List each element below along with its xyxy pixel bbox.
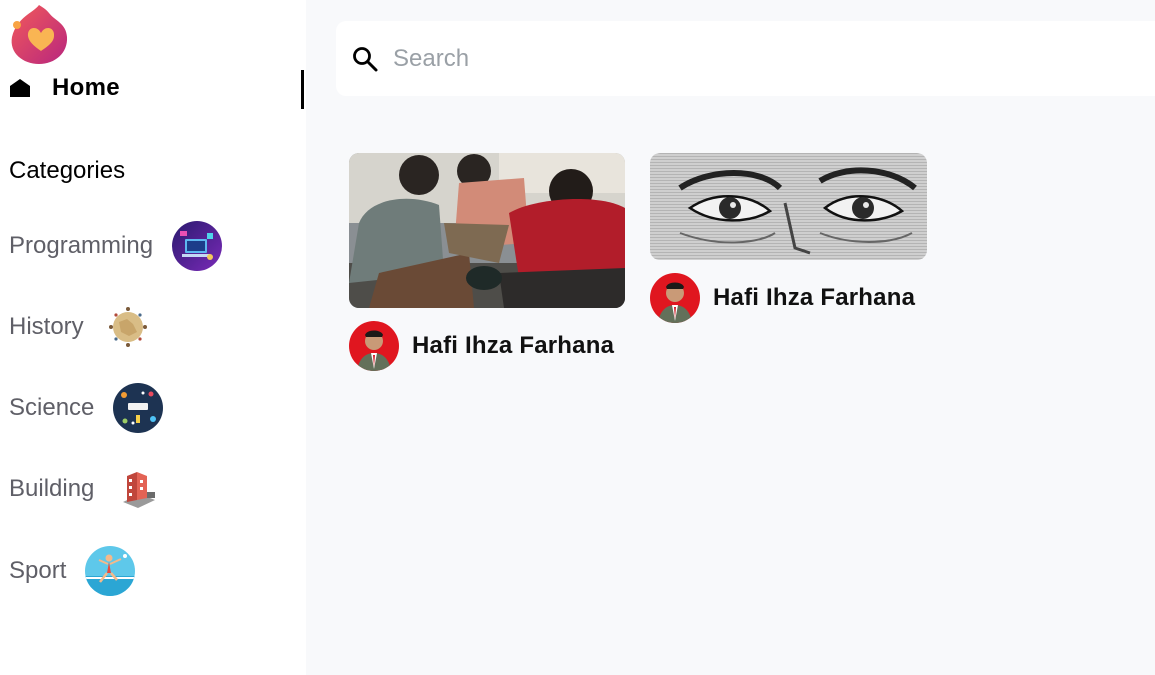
category-label: History: [9, 313, 84, 340]
category-label: Sport: [9, 557, 67, 584]
search-bar: [336, 21, 1155, 96]
sport-thumbnail: [85, 546, 136, 596]
category-building[interactable]: Building: [9, 464, 164, 514]
building-thumbnail: [113, 464, 164, 514]
category-history[interactable]: History: [9, 302, 153, 352]
history-thumbnail: [102, 302, 153, 352]
app-logo[interactable]: [9, 3, 69, 65]
category-science[interactable]: Science: [9, 383, 164, 433]
search-input[interactable]: [393, 41, 1093, 77]
science-thumbnail: [113, 383, 164, 433]
app-root: Home Categories Programming History Scie…: [0, 0, 1155, 675]
engraved-eyes-photo[interactable]: [650, 153, 927, 260]
category-label: Programming: [9, 232, 154, 259]
sidebar: Home Categories Programming History Scie…: [0, 0, 306, 675]
programming-thumbnail: [172, 221, 223, 271]
author-avatar[interactable]: [349, 321, 399, 371]
people-gathered-photo[interactable]: [349, 153, 625, 308]
author-row: Hafi Ihza Farhana: [650, 273, 927, 323]
search-icon[interactable]: [351, 45, 379, 73]
category-label: Building: [9, 475, 95, 502]
home-icon: [9, 77, 31, 99]
author-row: Hafi Ihza Farhana: [349, 321, 625, 371]
author-name[interactable]: Hafi Ihza Farhana: [713, 284, 915, 312]
post-card[interactable]: Hafi Ihza Farhana: [349, 153, 625, 371]
category-label: Science: [9, 394, 95, 421]
category-programming[interactable]: Programming: [9, 221, 223, 271]
categories-heading: Categories: [9, 157, 126, 184]
sidebar-divider: [301, 70, 304, 109]
nav-home-label: Home: [52, 74, 120, 101]
nav-home[interactable]: Home: [9, 74, 120, 102]
author-avatar[interactable]: [650, 273, 700, 323]
category-sport[interactable]: Sport: [9, 546, 136, 596]
author-name[interactable]: Hafi Ihza Farhana: [412, 332, 614, 360]
post-card[interactable]: Hafi Ihza Farhana: [650, 153, 927, 323]
